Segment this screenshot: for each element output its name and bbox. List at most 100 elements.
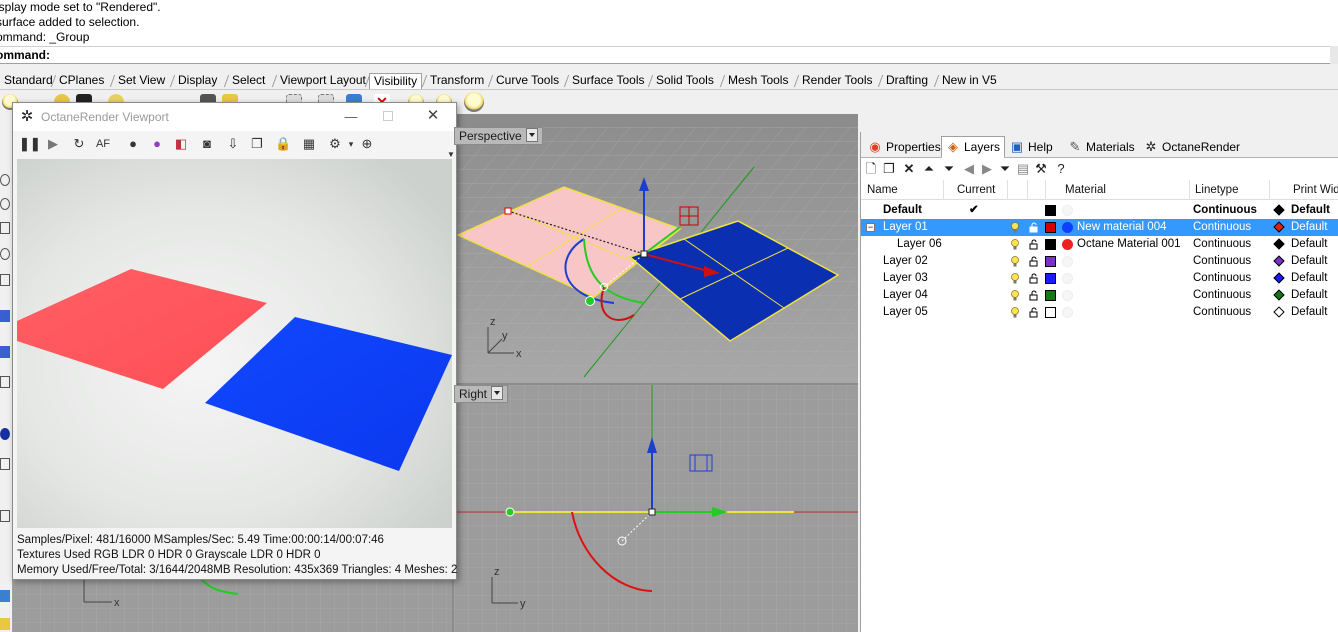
command-prompt[interactable]: ommand: xyxy=(0,46,1338,64)
layer-print-width[interactable]: Default xyxy=(1291,270,1327,287)
move-up-icon[interactable]: ⏶ xyxy=(921,161,937,177)
arc-tool-icon[interactable] xyxy=(0,198,10,210)
help-icon[interactable]: ? xyxy=(1053,161,1069,177)
octane-titlebar[interactable]: ✲ OctaneRender Viewport — ✕ xyxy=(13,103,456,131)
octane-viewport-window[interactable]: ✲ OctaneRender Viewport — ✕ ❚❚ ▶ ↻ AF ● … xyxy=(12,102,457,580)
tab-viewport-layout[interactable]: Viewport Layout xyxy=(276,73,370,89)
tab-materials[interactable]: ✎ Materials xyxy=(1063,136,1140,158)
layer-linetype[interactable]: Continuous xyxy=(1193,219,1251,236)
tab-visibility[interactable]: Visibility xyxy=(369,73,423,89)
tab-display[interactable]: Display xyxy=(174,73,221,89)
layer-color-swatch[interactable] xyxy=(1045,256,1056,267)
pen-tool-icon[interactable] xyxy=(0,590,10,602)
layer-name[interactable]: Layer 04 xyxy=(883,287,928,304)
close-icon[interactable]: ✕ xyxy=(424,107,442,125)
layer-name[interactable]: Layer 03 xyxy=(883,270,928,287)
layer-print-width[interactable]: Default xyxy=(1291,202,1330,219)
material-picker-icon[interactable]: ◧ xyxy=(173,136,189,152)
tab-cplanes[interactable]: CPlanes xyxy=(55,73,108,89)
layer-print-width[interactable]: Default xyxy=(1291,236,1327,253)
play-icon[interactable]: ▶ xyxy=(45,136,61,152)
bulb-icon[interactable] xyxy=(1011,239,1019,250)
zoom-icon[interactable]: ⊕ xyxy=(359,136,375,152)
current-layer-check[interactable]: ✔ xyxy=(969,202,979,219)
perspective-viewport[interactable]: z y x Perspective xyxy=(454,127,858,383)
bulb-icon[interactable] xyxy=(1011,222,1019,233)
layer-linetype[interactable]: Continuous xyxy=(1193,202,1257,219)
print-color-icon[interactable] xyxy=(1273,272,1285,284)
layer-row[interactable]: − Layer 01 New material 004 Continuous Defau… xyxy=(861,219,1338,236)
chevron-down-icon[interactable]: ▾ xyxy=(343,136,359,152)
move-parent-icon[interactable]: ◀ xyxy=(961,161,977,177)
move-child-icon[interactable]: ▶ xyxy=(979,161,995,177)
layer-linetype[interactable]: Continuous xyxy=(1193,270,1251,287)
octane-render-canvas[interactable] xyxy=(17,159,452,528)
layer-row[interactable]: Layer 02 Continuous Default xyxy=(861,253,1338,270)
layer-color-swatch[interactable] xyxy=(1045,290,1056,301)
brush-tool-icon[interactable] xyxy=(0,618,10,630)
layer-linetype[interactable]: Continuous xyxy=(1193,236,1251,253)
sphere-icon[interactable]: ● xyxy=(125,136,141,152)
col-print-width[interactable]: Print Widt xyxy=(1293,184,1338,196)
material-empty-icon[interactable] xyxy=(1062,256,1073,267)
solid-tool-icon[interactable] xyxy=(0,310,10,322)
layer-material[interactable]: New material 004 xyxy=(1077,219,1166,236)
material-empty-icon[interactable] xyxy=(1062,273,1073,284)
top-viewport[interactable]: x xyxy=(12,580,452,632)
camera-icon[interactable]: ◙ xyxy=(199,136,215,152)
tab-surface-tools[interactable]: Surface Tools xyxy=(568,73,649,89)
layer-print-width[interactable]: Default xyxy=(1291,304,1327,321)
new-sublayer-icon[interactable]: ❐ xyxy=(881,161,897,177)
settings-icon[interactable]: ⚙ xyxy=(327,136,343,152)
collapse-icon[interactable]: − xyxy=(866,223,875,232)
col-material[interactable]: Material xyxy=(1065,184,1106,196)
tab-solid-tools[interactable]: Solid Tools xyxy=(652,73,718,89)
print-color-icon[interactable] xyxy=(1273,238,1285,250)
perspective-viewport-title[interactable]: Perspective xyxy=(454,127,543,145)
block-tool-icon[interactable] xyxy=(0,510,10,522)
layer-print-width[interactable]: Default xyxy=(1291,253,1327,270)
tab-octanerender[interactable]: ✲ OctaneRender xyxy=(1139,136,1245,158)
bulb-icon[interactable] xyxy=(1011,307,1019,318)
tab-properties[interactable]: ◉ Properties xyxy=(863,136,946,158)
layer-linetype[interactable]: Continuous xyxy=(1193,253,1251,270)
unlock-icon[interactable] xyxy=(1029,222,1039,233)
print-color-icon[interactable] xyxy=(1273,306,1285,318)
layer-linetype[interactable]: Continuous xyxy=(1193,287,1251,304)
chevron-down-icon[interactable]: ▼ xyxy=(447,151,455,159)
af-icon[interactable]: AF xyxy=(95,136,111,152)
layer-row[interactable]: Layer 06 Octane Material 001 Continuous Def… xyxy=(861,236,1338,253)
bulb-icon[interactable] xyxy=(464,92,484,112)
rect-tool-icon[interactable] xyxy=(0,222,10,234)
tab-standard[interactable]: Standard xyxy=(0,73,57,89)
tab-set-view[interactable]: Set View xyxy=(114,73,169,89)
layer-name[interactable]: Default xyxy=(883,202,922,219)
layer-state-icon[interactable]: ▤ xyxy=(1015,161,1031,177)
lock-icon[interactable]: 🔒 xyxy=(275,136,291,152)
color-icon[interactable]: ● xyxy=(149,136,165,152)
bulb-icon[interactable] xyxy=(1011,290,1019,301)
maximize-icon[interactable] xyxy=(383,111,393,121)
layer-color-swatch[interactable] xyxy=(1045,239,1056,250)
delete-icon[interactable]: ✕ xyxy=(901,161,917,177)
layer-name[interactable]: Layer 06 xyxy=(897,236,942,253)
layer-color-swatch[interactable] xyxy=(1045,222,1056,233)
region-icon[interactable]: ▦ xyxy=(301,136,317,152)
tab-render-tools[interactable]: Render Tools xyxy=(798,73,877,89)
layer-row[interactable]: Layer 03 Continuous Default xyxy=(861,270,1338,287)
circle-tool-icon[interactable] xyxy=(0,174,10,186)
layer-linetype[interactable]: Continuous xyxy=(1193,304,1251,321)
chevron-down-icon[interactable] xyxy=(491,386,504,400)
layer-name[interactable]: Layer 05 xyxy=(883,304,928,321)
dim-tool-icon[interactable] xyxy=(0,458,10,470)
unlock-icon[interactable] xyxy=(1029,273,1039,284)
unlock-icon[interactable] xyxy=(1029,239,1039,250)
layer-name[interactable]: Layer 02 xyxy=(883,253,928,270)
minimize-icon[interactable]: — xyxy=(343,109,359,125)
layer-row[interactable]: Layer 04 Continuous Default xyxy=(861,287,1338,304)
tab-curve-tools[interactable]: Curve Tools xyxy=(492,73,563,89)
layer-print-width[interactable]: Default xyxy=(1291,287,1327,304)
bulb-icon[interactable] xyxy=(1011,273,1019,284)
right-viewport[interactable]: z y Right xyxy=(454,385,858,632)
tab-select[interactable]: Select xyxy=(228,73,269,89)
